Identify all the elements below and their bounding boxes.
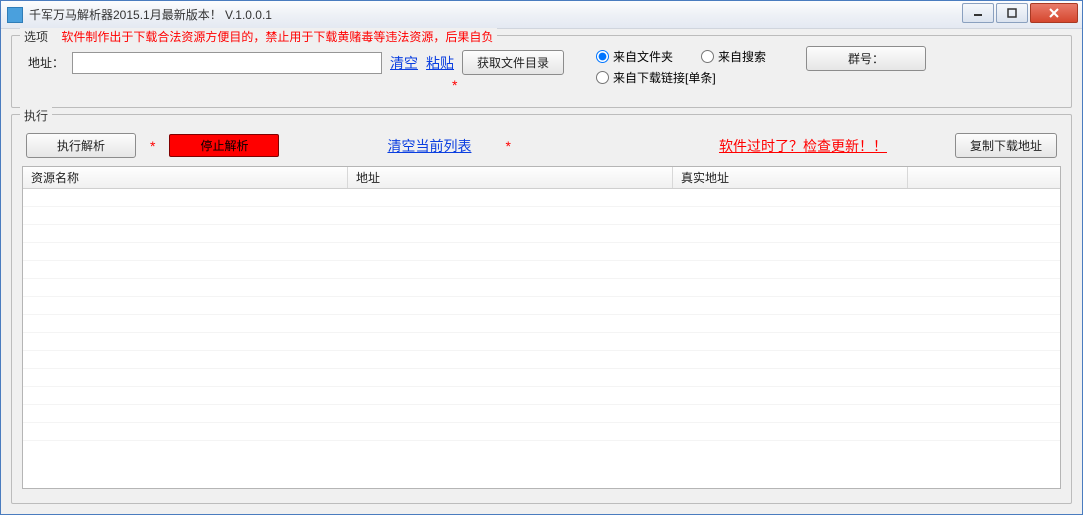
address-label: 地址： [28,54,64,71]
copy-download-address-button[interactable]: 复制下载地址 [955,133,1057,158]
minimize-button[interactable] [962,3,994,23]
table-row [23,207,1060,225]
window-controls [960,3,1078,23]
clear-link[interactable]: 清空 [390,53,418,73]
results-table: 资源名称 地址 真实地址 [22,166,1061,489]
check-update-link[interactable]: 软件过时了？检查更新！！ [719,136,887,156]
paste-link[interactable]: 粘贴 [426,53,454,73]
radio-from-folder-label: 来自文件夹 [613,48,673,65]
execute-fieldset: 执行 执行解析 * 停止解析 清空当前列表 * 软件过时了？检查更新！！ 复制下… [11,114,1072,504]
maximize-button[interactable] [996,3,1028,23]
col-real-address[interactable]: 真实地址 [673,167,908,188]
asterisk-exec-2: * [505,138,510,154]
source-radio-group: 来自文件夹 来自搜索 来自下载链接[单条] [596,48,766,86]
table-body[interactable] [23,189,1060,488]
title-bar: 千军万马解析器2015.1月最新版本！ V.1.0.0.1 [1,1,1082,29]
table-row [23,261,1060,279]
table-header: 资源名称 地址 真实地址 [23,167,1060,189]
address-input[interactable] [72,52,382,74]
client-area: 选项 软件制作出于下载合法资源方便目的，禁止用于下载黄赌毒等违法资源，后果自负 … [1,29,1082,514]
radio-from-single-link[interactable]: 来自下载链接[单条] [596,69,766,86]
radio-from-single-link-input[interactable] [596,71,609,84]
options-fieldset: 选项 软件制作出于下载合法资源方便目的，禁止用于下载黄赌毒等违法资源，后果自负 … [11,35,1072,108]
table-row [23,189,1060,207]
close-icon [1048,8,1060,18]
close-button[interactable] [1030,3,1078,23]
asterisk-mark: * [452,77,457,93]
table-row [23,405,1060,423]
col-extra[interactable] [908,167,1060,188]
table-row [23,369,1060,387]
stop-parse-button[interactable]: 停止解析 [169,134,279,157]
table-row [23,243,1060,261]
table-row [23,225,1060,243]
radio-from-single-link-label: 来自下载链接[单条] [613,69,716,86]
table-row [23,297,1060,315]
options-legend: 选项 软件制作出于下载合法资源方便目的，禁止用于下载黄赌毒等违法资源，后果自负 [20,28,497,45]
table-row [23,423,1060,441]
execute-parse-button[interactable]: 执行解析 [26,133,136,158]
app-window: 千军万马解析器2015.1月最新版本！ V.1.0.0.1 选项 软件制作出于下… [0,0,1083,515]
table-row [23,315,1060,333]
col-resource-name[interactable]: 资源名称 [23,167,348,188]
options-legend-text: 选项 [24,30,48,44]
radio-from-search-label: 来自搜索 [718,48,766,65]
radio-from-folder[interactable]: 来自文件夹 [596,48,673,65]
execute-legend: 执行 [20,107,52,124]
radio-from-folder-input[interactable] [596,50,609,63]
radio-from-search[interactable]: 来自搜索 [701,48,766,65]
asterisk-exec-1: * [150,138,155,154]
execute-toolbar: 执行解析 * 停止解析 清空当前列表 * 软件过时了？检查更新！！ 复制下载地址 [22,133,1061,158]
table-row [23,333,1060,351]
col-address[interactable]: 地址 [348,167,673,188]
app-icon [7,7,23,23]
radio-from-search-input[interactable] [701,50,714,63]
table-row [23,351,1060,369]
window-title: 千军万马解析器2015.1月最新版本！ V.1.0.0.1 [29,6,960,23]
table-row [23,279,1060,297]
clear-list-link[interactable]: 清空当前列表 [387,136,471,156]
group-number-button[interactable]: 群号： [806,46,926,71]
table-row [23,387,1060,405]
maximize-icon [1007,8,1017,18]
warning-text: 软件制作出于下载合法资源方便目的，禁止用于下载黄赌毒等违法资源，后果自负 [61,30,493,44]
minimize-icon [973,8,983,18]
fetch-directory-button[interactable]: 获取文件目录 [462,50,564,75]
